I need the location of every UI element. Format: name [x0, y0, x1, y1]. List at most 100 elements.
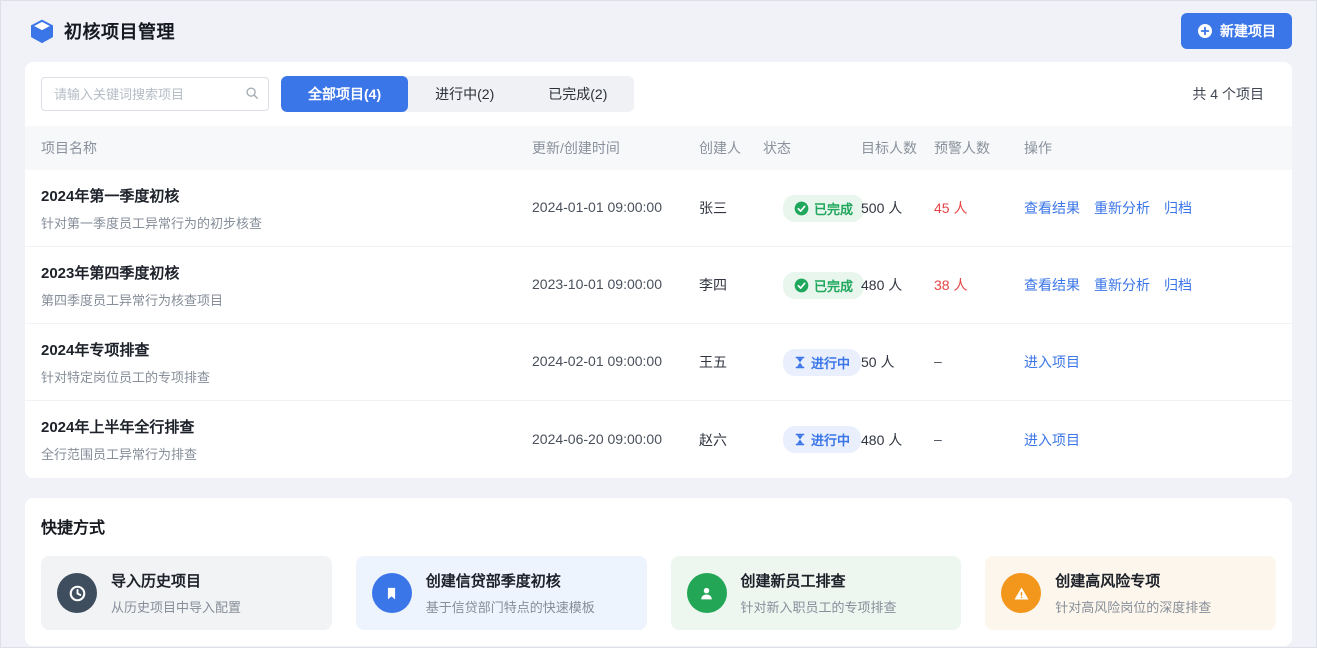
shortcut-description: 从历史项目中导入配置 — [111, 597, 241, 616]
project-title: 2024年上半年全行排查 — [41, 416, 522, 437]
plus-circle-icon — [1197, 23, 1213, 39]
check-circle-icon — [794, 201, 809, 216]
target-count: 480 人 — [861, 277, 902, 293]
archive-link[interactable]: 归档 — [1164, 275, 1192, 295]
target-count: 480 人 — [861, 432, 902, 448]
creator: 赵六 — [699, 432, 727, 448]
shortcuts-title: 快捷方式 — [41, 514, 1276, 538]
project-title: 2023年第四季度初核 — [41, 262, 522, 283]
project-name-cell: 2024年专项排查 针对特定岗位员工的专项排查 — [41, 339, 532, 386]
enter-project-link[interactable]: 进入项目 — [1024, 352, 1080, 372]
project-filter-tabs: 全部项目(4) 进行中(2) 已完成(2) — [281, 76, 634, 112]
enter-project-link[interactable]: 进入项目 — [1024, 430, 1080, 450]
reanalyze-link[interactable]: 重新分析 — [1094, 275, 1150, 295]
status-badge: 已完成 — [783, 272, 864, 299]
page-header: 初核项目管理 — [30, 18, 175, 44]
status-label: 已完成 — [814, 276, 853, 295]
tab-all-projects[interactable]: 全部项目(4) — [281, 76, 408, 112]
warning-count: – — [934, 353, 942, 369]
filter-row: 全部项目(4) 进行中(2) 已完成(2) 共 4 个项目 — [25, 76, 1292, 126]
project-description: 全行范围员工异常行为排查 — [41, 444, 522, 463]
search-input[interactable] — [41, 77, 269, 111]
project-name-cell: 2024年第一季度初核 针对第一季度员工异常行为的初步核查 — [41, 185, 532, 232]
table-row: 2023年第四季度初核 第四季度员工异常行为核查项目 2023-10-01 09… — [25, 247, 1292, 324]
status-label: 进行中 — [811, 353, 850, 372]
status-badge: 已完成 — [783, 195, 864, 222]
shortcut-credit-dept-review[interactable]: 创建信贷部季度初核 基于信贷部门特点的快速模板 — [356, 556, 647, 630]
shortcut-import-history[interactable]: 导入历史项目 从历史项目中导入配置 — [41, 556, 332, 630]
update-time: 2023-10-01 09:00:00 — [532, 276, 662, 292]
shortcut-text: 创建高风险专项 针对高风险岗位的深度排查 — [1055, 570, 1211, 616]
person-icon — [687, 573, 727, 613]
shortcut-title: 创建信贷部季度初核 — [426, 570, 595, 591]
shortcuts-grid: 导入历史项目 从历史项目中导入配置 创建信贷部季度初核 基于信贷部门特点的快速模… — [41, 556, 1276, 630]
project-title: 2024年专项排查 — [41, 339, 522, 360]
creator: 李四 — [699, 277, 727, 293]
header-update-time: 更新/创建时间 — [532, 138, 699, 158]
check-circle-icon — [794, 278, 809, 293]
creator: 张三 — [699, 200, 727, 216]
shortcuts-card: 快捷方式 导入历史项目 从历史项目中导入配置 创建信贷部季度初核 — [25, 498, 1292, 646]
clock-icon — [57, 573, 97, 613]
table-header-row: 项目名称 更新/创建时间 创建人 状态 目标人数 预警人数 操作 — [25, 126, 1292, 170]
status-label: 进行中 — [811, 430, 850, 449]
shortcut-title: 创建新员工排查 — [741, 570, 897, 591]
update-time: 2024-06-20 09:00:00 — [532, 431, 662, 447]
reanalyze-link[interactable]: 重新分析 — [1094, 198, 1150, 218]
warning-count: 38 人 — [934, 277, 967, 293]
total-project-count: 共 4 个项目 — [1192, 84, 1276, 104]
project-name-cell: 2024年上半年全行排查 全行范围员工异常行为排查 — [41, 416, 532, 463]
warning-count: – — [934, 431, 942, 447]
target-count: 50 人 — [861, 354, 894, 370]
cube-icon — [30, 19, 54, 43]
project-name-cell: 2023年第四季度初核 第四季度员工异常行为核查项目 — [41, 262, 532, 309]
table-row: 2024年上半年全行排查 全行范围员工异常行为排查 2024-06-20 09:… — [25, 401, 1292, 478]
archive-link[interactable]: 归档 — [1164, 198, 1192, 218]
creator: 王五 — [699, 354, 727, 370]
shortcut-new-employee-check[interactable]: 创建新员工排查 针对新入职员工的专项排查 — [671, 556, 962, 630]
shortcut-title: 创建高风险专项 — [1055, 570, 1211, 591]
page-title: 初核项目管理 — [64, 18, 175, 44]
project-description: 第四季度员工异常行为核查项目 — [41, 290, 522, 309]
search-icon[interactable] — [245, 86, 259, 105]
shortcut-description: 针对新入职员工的专项排查 — [741, 597, 897, 616]
status-badge: 进行中 — [783, 426, 861, 453]
target-count: 500 人 — [861, 200, 902, 216]
table-row: 2024年第一季度初核 针对第一季度员工异常行为的初步核查 2024-01-01… — [25, 170, 1292, 247]
header-creator: 创建人 — [699, 138, 763, 158]
update-time: 2024-01-01 09:00:00 — [532, 199, 662, 215]
shortcut-high-risk-special[interactable]: 创建高风险专项 针对高风险岗位的深度排查 — [985, 556, 1276, 630]
view-results-link[interactable]: 查看结果 — [1024, 198, 1080, 218]
hourglass-icon — [794, 356, 806, 369]
shortcut-text: 创建信贷部季度初核 基于信贷部门特点的快速模板 — [426, 570, 595, 616]
shortcut-description: 针对高风险岗位的深度排查 — [1055, 597, 1211, 616]
shortcut-text: 创建新员工排查 针对新入职员工的专项排查 — [741, 570, 897, 616]
shortcut-title: 导入历史项目 — [111, 570, 241, 591]
tab-in-progress[interactable]: 进行中(2) — [408, 76, 521, 112]
search-box — [41, 77, 269, 111]
header-project-name: 项目名称 — [41, 138, 532, 158]
view-results-link[interactable]: 查看结果 — [1024, 275, 1080, 295]
tab-completed[interactable]: 已完成(2) — [521, 76, 634, 112]
project-title: 2024年第一季度初核 — [41, 185, 522, 206]
update-time: 2024-02-01 09:00:00 — [532, 353, 662, 369]
header-actions: 操作 — [1024, 138, 1276, 158]
bookmark-icon — [372, 573, 412, 613]
header-target-count: 目标人数 — [861, 138, 934, 158]
status-badge: 进行中 — [783, 349, 861, 376]
project-description: 针对特定岗位员工的专项排查 — [41, 367, 522, 386]
shortcut-description: 基于信贷部门特点的快速模板 — [426, 597, 595, 616]
project-description: 针对第一季度员工异常行为的初步核查 — [41, 213, 522, 232]
header-warning-count: 预警人数 — [934, 138, 1024, 158]
new-project-button[interactable]: 新建项目 — [1181, 13, 1292, 49]
shortcut-text: 导入历史项目 从历史项目中导入配置 — [111, 570, 241, 616]
header-status: 状态 — [763, 138, 861, 158]
warning-triangle-icon — [1001, 573, 1041, 613]
new-project-button-label: 新建项目 — [1220, 21, 1276, 41]
warning-count: 45 人 — [934, 200, 967, 216]
project-list-card: 全部项目(4) 进行中(2) 已完成(2) 共 4 个项目 项目名称 更新/创建… — [25, 62, 1292, 478]
table-row: 2024年专项排查 针对特定岗位员工的专项排查 2024-02-01 09:00… — [25, 324, 1292, 401]
status-label: 已完成 — [814, 199, 853, 218]
top-bar: 初核项目管理 新建项目 — [0, 0, 1317, 62]
hourglass-icon — [794, 433, 806, 446]
